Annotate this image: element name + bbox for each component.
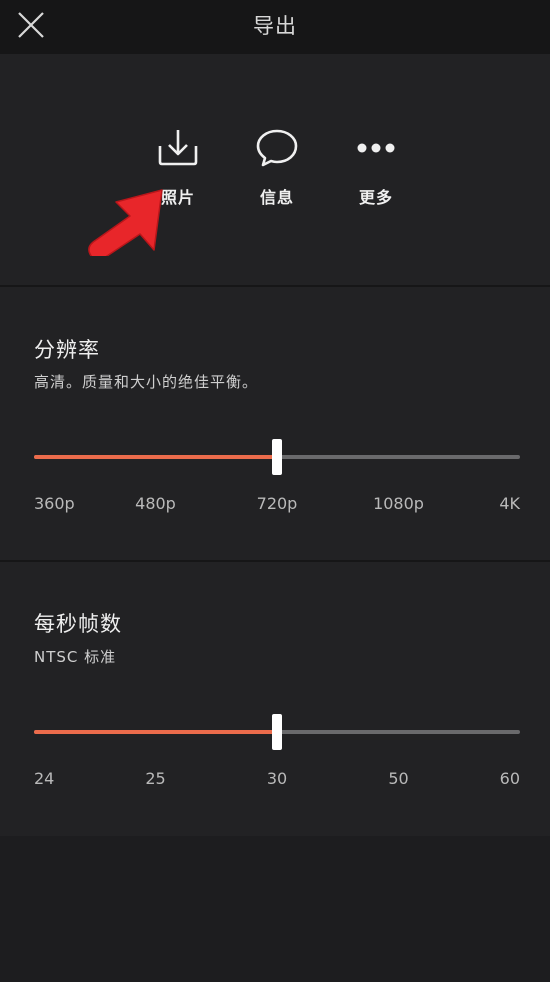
more-dots-icon — [357, 143, 395, 153]
resolution-tick[interactable]: 4K — [499, 494, 520, 513]
top-bar: 导出 — [0, 0, 550, 54]
framerate-section: 每秒帧数 NTSC 标准 24 25 30 50 60 — [0, 562, 550, 836]
framerate-tick[interactable]: 60 — [500, 769, 520, 788]
resolution-tick[interactable]: 1080p — [373, 494, 424, 513]
bottom-area — [0, 836, 550, 982]
resolution-tick[interactable]: 720p — [257, 494, 298, 513]
download-icon — [158, 130, 198, 166]
framerate-tick[interactable]: 25 — [145, 769, 165, 788]
resolution-tick[interactable]: 360p — [34, 494, 75, 513]
framerate-tick[interactable]: 24 — [34, 769, 54, 788]
share-more-label: 更多 — [358, 188, 393, 207]
resolution-ticks: 360p 480p 720p 1080p 4K — [34, 494, 520, 516]
resolution-slider-fill — [34, 455, 277, 459]
resolution-title: 分辨率 — [34, 338, 100, 362]
share-more-button[interactable]: 更多 — [336, 124, 416, 214]
framerate-slider[interactable] — [34, 714, 520, 750]
share-messages-label: 信息 — [259, 188, 294, 207]
resolution-slider[interactable] — [34, 439, 520, 475]
resolution-tick[interactable]: 480p — [135, 494, 176, 513]
pointer-arrow-icon — [88, 189, 163, 256]
page-title: 导出 — [253, 14, 297, 38]
resolution-section: 分辨率 高清。质量和大小的绝佳平衡。 360p 480p 720p 1080p … — [0, 287, 550, 560]
framerate-subtitle: NTSC 标准 — [34, 648, 117, 666]
share-messages-button[interactable]: 信息 — [237, 124, 317, 214]
resolution-slider-thumb[interactable] — [271, 439, 282, 475]
message-bubble-icon — [256, 129, 298, 167]
framerate-title: 每秒帧数 — [34, 612, 122, 636]
framerate-tick[interactable]: 30 — [267, 769, 287, 788]
framerate-tick[interactable]: 50 — [388, 769, 408, 788]
framerate-ticks: 24 25 30 50 60 — [34, 769, 520, 791]
framerate-slider-fill — [34, 730, 277, 734]
resolution-subtitle: 高清。质量和大小的绝佳平衡。 — [34, 373, 259, 391]
framerate-slider-thumb[interactable] — [271, 714, 282, 750]
share-panel: 照片 信息 更多 — [0, 54, 550, 286]
